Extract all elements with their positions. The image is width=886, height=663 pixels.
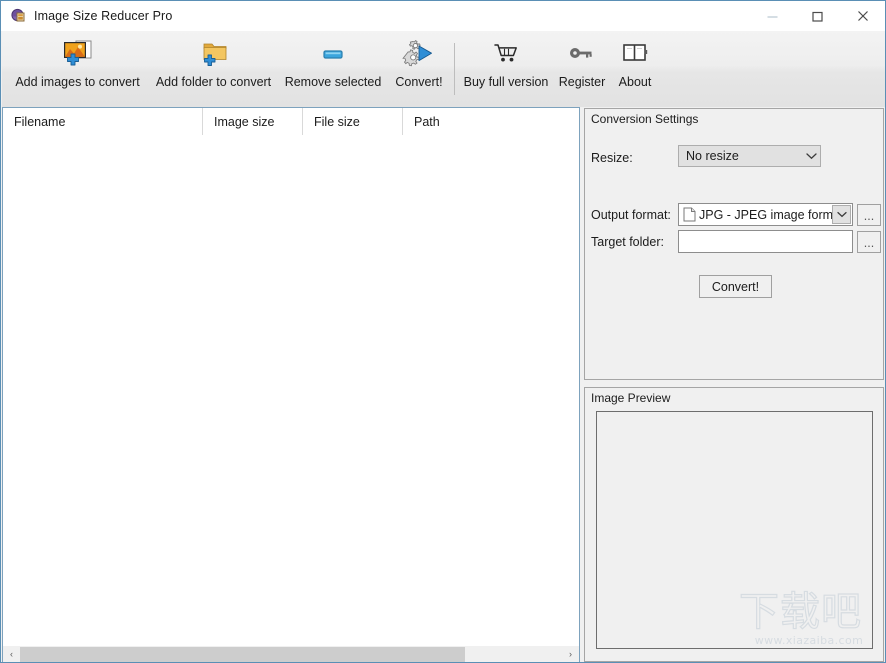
- key-icon: [568, 31, 596, 75]
- target-folder-browse-button[interactable]: ...: [857, 231, 881, 253]
- column-header-filename[interactable]: Filename: [3, 108, 203, 135]
- scroll-right-arrow-icon[interactable]: ›: [562, 646, 579, 663]
- toolbar-button-add-folder[interactable]: Add folder to convert: [150, 31, 277, 107]
- column-header-label: Path: [403, 115, 440, 129]
- toolbar-label: Convert!: [395, 75, 442, 89]
- resize-select[interactable]: No resize: [678, 145, 821, 167]
- column-header-label: Filename: [3, 115, 65, 129]
- file-icon: [679, 207, 699, 222]
- add-image-icon: [61, 31, 95, 75]
- remove-icon: [320, 31, 346, 75]
- toolbar-button-add-images[interactable]: Add images to convert: [6, 31, 149, 107]
- chevron-down-icon[interactable]: [803, 152, 820, 160]
- book-icon: [621, 31, 649, 75]
- file-list-view[interactable]: Filename Image size File size Path ‹ ›: [2, 107, 580, 663]
- toolbar-label: Add folder to convert: [156, 75, 271, 89]
- toolbar-button-register[interactable]: Register: [554, 31, 610, 107]
- column-header-file-size[interactable]: File size: [303, 108, 403, 135]
- output-format-label: Output format:: [591, 208, 671, 222]
- file-list-body[interactable]: [3, 135, 579, 645]
- toolbar-label: Add images to convert: [15, 75, 139, 89]
- toolbar-label: Remove selected: [285, 75, 382, 89]
- toolbar-label: Buy full version: [464, 75, 549, 89]
- cart-icon: [492, 31, 520, 75]
- toolbar: Add images to convert Add folder to conv…: [2, 31, 885, 107]
- scrollbar-track[interactable]: [20, 646, 562, 663]
- app-logo-icon: [10, 8, 26, 24]
- add-folder-icon: [198, 31, 230, 75]
- column-header-image-size[interactable]: Image size: [203, 108, 303, 135]
- toolbar-label: Register: [559, 75, 606, 89]
- title-bar: Image Size Reducer Pro: [1, 1, 885, 31]
- horizontal-scrollbar[interactable]: ‹ ›: [3, 645, 579, 662]
- column-header-label: File size: [303, 115, 360, 129]
- conversion-settings-panel: Conversion Settings Resize: No resize Ou…: [584, 108, 884, 380]
- convert-button[interactable]: Convert!: [699, 275, 772, 298]
- conversion-settings-title: Conversion Settings: [591, 112, 698, 126]
- toolbar-button-about[interactable]: About: [609, 31, 661, 107]
- window-title: Image Size Reducer Pro: [34, 9, 172, 23]
- image-preview-title: Image Preview: [591, 391, 670, 405]
- output-format-select[interactable]: JPG - JPEG image form: [678, 203, 853, 226]
- column-header-path[interactable]: Path: [403, 108, 579, 135]
- resize-label: Resize:: [591, 151, 633, 165]
- target-folder-input[interactable]: [678, 230, 853, 253]
- output-format-browse-button[interactable]: ...: [857, 204, 881, 226]
- toolbar-label: About: [619, 75, 652, 89]
- output-format-dropdown-button[interactable]: [832, 205, 851, 224]
- toolbar-button-remove-selected[interactable]: Remove selected: [279, 31, 387, 107]
- resize-select-value: No resize: [679, 149, 803, 163]
- target-folder-label: Target folder:: [591, 235, 664, 249]
- output-format-value: JPG - JPEG image form: [699, 208, 832, 222]
- convert-gears-icon: [402, 31, 436, 75]
- image-preview-panel: Image Preview: [584, 387, 884, 662]
- close-button[interactable]: [840, 1, 885, 31]
- maximize-button[interactable]: [795, 1, 840, 31]
- scrollbar-thumb[interactable]: [20, 647, 465, 662]
- toolbar-button-buy-full-version[interactable]: Buy full version: [454, 31, 558, 107]
- toolbar-button-convert[interactable]: Convert!: [388, 31, 450, 107]
- file-list-header: Filename Image size File size Path: [3, 108, 579, 135]
- window-controls: [750, 1, 885, 31]
- image-preview-area[interactable]: [596, 411, 873, 649]
- column-header-label: Image size: [203, 115, 274, 129]
- scroll-left-arrow-icon[interactable]: ‹: [3, 646, 20, 663]
- minimize-button[interactable]: [750, 1, 795, 31]
- application-window: Image Size Reducer Pro: [0, 0, 886, 663]
